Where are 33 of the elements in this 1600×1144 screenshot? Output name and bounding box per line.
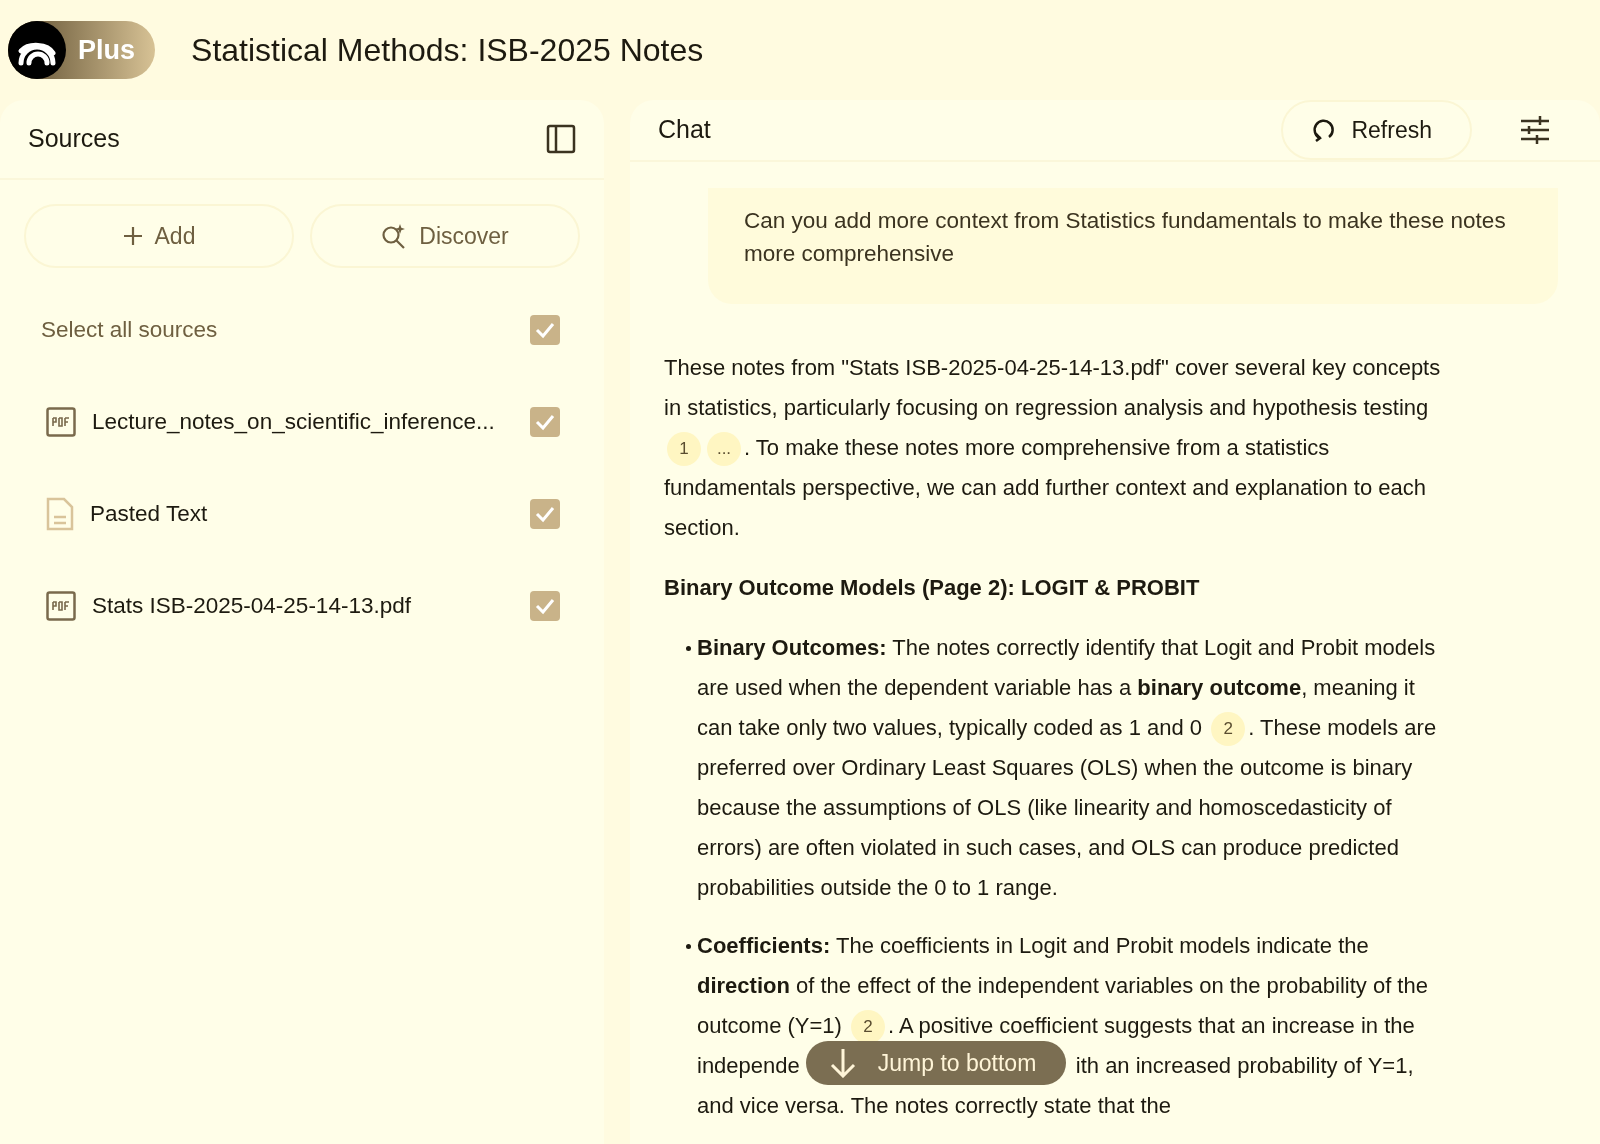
checkbox[interactable] bbox=[530, 315, 560, 345]
user-message: Can you add more context from Statistics fundamentals to make these notes more comprehensive bbox=[708, 188, 1558, 304]
panel-title: Sources bbox=[28, 123, 120, 155]
panel-toggle-icon[interactable] bbox=[546, 124, 576, 154]
checkbox[interactable] bbox=[530, 407, 560, 437]
settings-icon[interactable] bbox=[1520, 115, 1550, 145]
discover-button[interactable]: Discover bbox=[310, 204, 580, 268]
notebook-title: Statistical Methods: ISB-2025 Notes bbox=[191, 31, 704, 70]
source-name[interactable]: Lecture_notes_on_scientific_inference... bbox=[92, 405, 530, 439]
bullet-text: Coefficients: The coefficients in Logit and Probit models indicate the direction of the effect of the independent variables on the probability of the outcome (Y=1) 2 . A positive coefficient suggests that an increase in the independe Jump to bottom ith an increased probability of Y=1, and vice versa. The notes correctly state that the bbox=[697, 932, 1429, 1120]
add-source-button[interactable]: Add bbox=[24, 204, 294, 268]
jump-to-bottom-button[interactable]: Jump to bottom bbox=[805, 1041, 1066, 1085]
plan-label: Plus bbox=[78, 33, 136, 67]
pdf-file-icon bbox=[46, 591, 76, 621]
section-heading: Binary Outcome Models (Page 2): LOGIT & PROBIT bbox=[664, 574, 1201, 602]
citation-chip[interactable]: ... bbox=[707, 432, 741, 467]
citation-chip[interactable]: 2 bbox=[1211, 712, 1246, 747]
checkbox[interactable] bbox=[530, 499, 560, 529]
bullet-text: Binary Outcomes: The notes correctly identify that Logit and Probit models are used when the dependent variable has a binary outcome, meaning it can take only two values, typically coded as 1 and 0 2 . These models are preferred over Ordinary Least Squares (OLS) when the outcome is binary because the assumptions of OLS (like linearity and homoscedasticity of errors) are often violated in such cases, and OLS can produce predicted probabilities outside the 0 to 1 range. bbox=[697, 634, 1438, 902]
answer-paragraph: These notes from "Stats ISB-2025-04-25-14-13.pdf" cover several key concepts in statistics, particularly focusing on regression analysis and hypothesis testing 1 ... . To make these notes more comprehensive from a statistics fundamentals perspective, we can add further context and explanation to each section. bbox=[664, 354, 1442, 542]
bullet-dot bbox=[686, 646, 691, 651]
panel-title: Chat bbox=[658, 114, 711, 146]
pdf-file-icon bbox=[46, 407, 76, 437]
checkbox[interactable] bbox=[530, 591, 560, 621]
document-icon bbox=[46, 497, 74, 531]
source-name[interactable]: Stats ISB-2025-04-25-14-13.pdf bbox=[92, 589, 530, 623]
select-all-label: Select all sources bbox=[41, 316, 219, 345]
plus-icon bbox=[122, 226, 143, 246]
source-name[interactable]: Pasted Text bbox=[90, 497, 530, 531]
bullet-dot bbox=[686, 944, 691, 949]
arrow-down-icon bbox=[829, 1048, 856, 1078]
citation-chip[interactable]: 1 bbox=[667, 432, 701, 467]
refresh-button[interactable]: Refresh bbox=[1281, 100, 1472, 160]
